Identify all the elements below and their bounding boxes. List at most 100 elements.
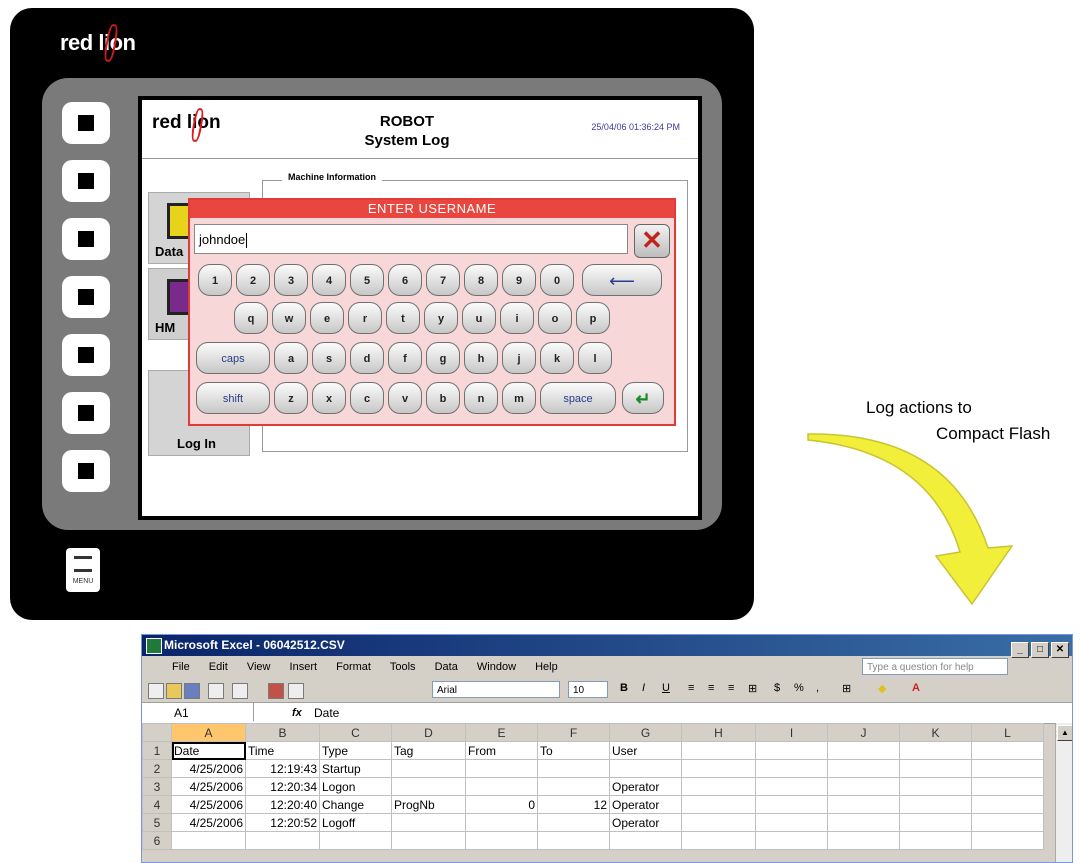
- cell[interactable]: [755, 777, 828, 796]
- menu-window[interactable]: Window: [477, 661, 516, 673]
- key-r[interactable]: r: [348, 302, 382, 334]
- percent-icon[interactable]: %: [794, 682, 804, 694]
- cell[interactable]: [171, 831, 246, 850]
- menu-button[interactable]: MENU: [66, 548, 100, 592]
- select-all-corner[interactable]: [142, 723, 172, 742]
- cell-c5[interactable]: Logoff: [319, 813, 392, 832]
- cell[interactable]: [899, 777, 972, 796]
- key-4[interactable]: 4: [312, 264, 346, 296]
- key-5[interactable]: 5: [350, 264, 384, 296]
- key-0[interactable]: 0: [540, 264, 574, 296]
- column-header-b[interactable]: B: [245, 723, 320, 742]
- key-y[interactable]: y: [424, 302, 458, 334]
- merge-cells-icon[interactable]: ⊞: [748, 682, 757, 695]
- align-left-icon[interactable]: ≡: [688, 682, 694, 694]
- cell[interactable]: [971, 759, 1044, 778]
- key-8[interactable]: 8: [464, 264, 498, 296]
- column-header-d[interactable]: D: [391, 723, 466, 742]
- key-f[interactable]: f: [388, 342, 422, 374]
- function-icon[interactable]: fx: [292, 703, 302, 723]
- function-key-6[interactable]: [62, 392, 110, 434]
- key-m[interactable]: m: [502, 382, 536, 414]
- cell[interactable]: [899, 831, 972, 850]
- row-header[interactable]: 3: [142, 777, 172, 796]
- key-6[interactable]: 6: [388, 264, 422, 296]
- enter-key[interactable]: ↵: [622, 382, 664, 414]
- save-icon[interactable]: [184, 683, 200, 699]
- cell[interactable]: [971, 777, 1044, 796]
- menu-view[interactable]: View: [247, 661, 271, 673]
- cell[interactable]: [391, 813, 466, 832]
- function-key-4[interactable]: [62, 276, 110, 318]
- cell[interactable]: [681, 759, 756, 778]
- cell[interactable]: [755, 813, 828, 832]
- cell-e4[interactable]: 0: [465, 795, 538, 814]
- menu-format[interactable]: Format: [336, 661, 371, 673]
- cell[interactable]: [465, 777, 538, 796]
- caps-key[interactable]: caps: [196, 342, 270, 374]
- cell[interactable]: [827, 777, 900, 796]
- cell-a1[interactable]: Date: [171, 741, 246, 760]
- help-search-input[interactable]: Type a question for help: [862, 658, 1008, 675]
- cell[interactable]: [681, 795, 756, 814]
- function-key-3[interactable]: [62, 218, 110, 260]
- cell-f1[interactable]: To: [537, 741, 610, 760]
- column-header-i[interactable]: I: [755, 723, 828, 742]
- cell[interactable]: [755, 741, 828, 760]
- row-header[interactable]: 1: [142, 741, 172, 760]
- cell[interactable]: [391, 777, 466, 796]
- menu-file[interactable]: File: [172, 661, 190, 673]
- cell[interactable]: [681, 777, 756, 796]
- underline-icon[interactable]: U: [662, 682, 670, 694]
- key-b[interactable]: b: [426, 382, 460, 414]
- undo-icon[interactable]: [232, 683, 248, 699]
- key-l[interactable]: l: [578, 342, 612, 374]
- cell[interactable]: [465, 813, 538, 832]
- cell-a2[interactable]: 4/25/2006: [171, 759, 246, 778]
- cell[interactable]: [391, 831, 466, 850]
- shift-key[interactable]: shift: [196, 382, 270, 414]
- key-e[interactable]: e: [310, 302, 344, 334]
- cell[interactable]: [537, 759, 610, 778]
- cell[interactable]: [609, 831, 682, 850]
- key-1[interactable]: 1: [198, 264, 232, 296]
- cell[interactable]: [609, 759, 682, 778]
- fill-color-icon[interactable]: ◆: [878, 682, 886, 695]
- menu-insert[interactable]: Insert: [290, 661, 318, 673]
- cell[interactable]: [755, 795, 828, 814]
- cell-g3[interactable]: Operator: [609, 777, 682, 796]
- cell[interactable]: [681, 813, 756, 832]
- key-x[interactable]: x: [312, 382, 346, 414]
- scroll-up-icon[interactable]: ▲: [1057, 725, 1072, 741]
- key-n[interactable]: n: [464, 382, 498, 414]
- cell-d1[interactable]: Tag: [391, 741, 466, 760]
- column-header-l[interactable]: L: [971, 723, 1044, 742]
- font-name-select[interactable]: Arial: [432, 681, 560, 698]
- cell[interactable]: [827, 813, 900, 832]
- key-3[interactable]: 3: [274, 264, 308, 296]
- row-header[interactable]: 6: [142, 831, 172, 850]
- cell[interactable]: [827, 795, 900, 814]
- cell[interactable]: [391, 759, 466, 778]
- key-a[interactable]: a: [274, 342, 308, 374]
- cell[interactable]: [971, 741, 1044, 760]
- key-u[interactable]: u: [462, 302, 496, 334]
- cell-g1[interactable]: User: [609, 741, 682, 760]
- open-icon[interactable]: [166, 683, 182, 699]
- cell[interactable]: [899, 741, 972, 760]
- space-key[interactable]: space: [540, 382, 616, 414]
- cell-b3[interactable]: 12:20:34: [245, 777, 320, 796]
- cell-f4[interactable]: 12: [537, 795, 610, 814]
- print-icon[interactable]: [208, 683, 224, 699]
- cell[interactable]: [899, 813, 972, 832]
- cell[interactable]: [537, 831, 610, 850]
- cell-b1[interactable]: Time: [245, 741, 320, 760]
- column-header-k[interactable]: K: [899, 723, 972, 742]
- key-w[interactable]: w: [272, 302, 306, 334]
- chart-icon[interactable]: [268, 683, 284, 699]
- cell-a3[interactable]: 4/25/2006: [171, 777, 246, 796]
- cell[interactable]: [245, 831, 320, 850]
- key-k[interactable]: k: [540, 342, 574, 374]
- help-icon[interactable]: [288, 683, 304, 699]
- column-header-c[interactable]: C: [319, 723, 392, 742]
